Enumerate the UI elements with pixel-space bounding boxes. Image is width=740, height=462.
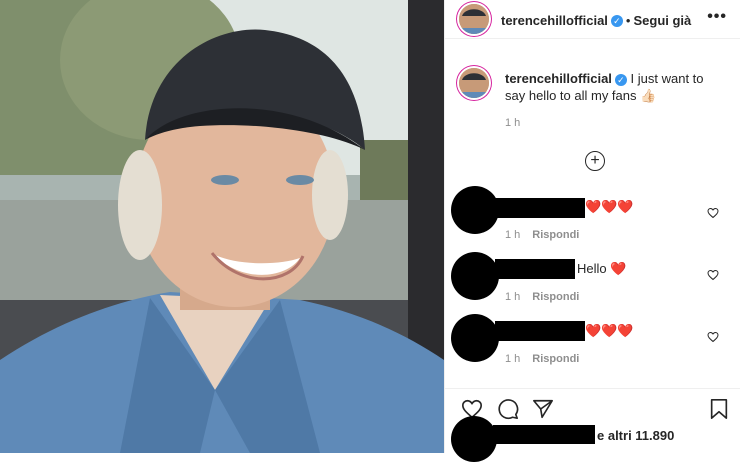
comment-avatar[interactable]	[451, 314, 499, 362]
comment-meta: 1 h Rispondi	[505, 353, 579, 365]
comment-time: 1 h	[505, 353, 521, 365]
comment-meta: 1 h Rispondi	[505, 229, 579, 241]
caption-verified-badge-icon: ✓	[614, 73, 627, 86]
likes-avatar[interactable]	[451, 416, 497, 462]
speech-bubble-icon[interactable]	[497, 398, 519, 420]
post-panel: terencehillofficial ✓ • Segui già ••• teren…	[444, 0, 740, 462]
caption-username[interactable]: terencehillofficial	[505, 71, 612, 86]
comment-meta: 1 h Rispondi	[505, 291, 579, 303]
caption-time: 1 h	[505, 117, 521, 129]
verified-badge-icon: ✓	[610, 14, 623, 27]
comment-time: 1 h	[505, 229, 521, 241]
redacted-username	[493, 425, 595, 444]
more-options-icon[interactable]: •••	[707, 8, 727, 26]
comment-avatar[interactable]	[451, 186, 499, 234]
comment-text: ❤️❤️❤️	[585, 199, 634, 214]
redacted-username	[495, 321, 585, 341]
follow-button[interactable]: Segui già	[633, 13, 691, 28]
bookmark-icon[interactable]	[709, 398, 729, 420]
comment-like-icon[interactable]	[707, 331, 719, 343]
reply-button[interactable]: Rispondi	[532, 229, 579, 241]
post-header: terencehillofficial ✓ • Segui già •••	[445, 0, 740, 39]
paper-plane-icon[interactable]	[532, 398, 554, 420]
comment-avatar[interactable]	[451, 252, 499, 300]
likes-count[interactable]: e altri 11.890	[597, 428, 674, 443]
caption-author-avatar[interactable]	[459, 68, 489, 98]
post-caption: terencehillofficial ✓ I just want to say …	[505, 70, 725, 104]
comment-text: Hello ❤️	[577, 261, 627, 276]
comment-text: ❤️❤️❤️	[585, 323, 634, 338]
redacted-username	[495, 259, 575, 279]
author-username[interactable]: terencehillofficial	[501, 13, 608, 28]
separator-dot: •	[625, 13, 631, 28]
comment-like-icon[interactable]	[707, 269, 719, 281]
redacted-username	[495, 198, 585, 218]
post-photo	[0, 0, 444, 453]
comment-like-icon[interactable]	[707, 207, 719, 219]
comment-time: 1 h	[505, 291, 521, 303]
add-comments-icon[interactable]: +	[585, 151, 605, 171]
reply-button[interactable]: Rispondi	[532, 353, 579, 365]
reply-button[interactable]: Rispondi	[532, 291, 579, 303]
author-avatar[interactable]	[459, 4, 489, 34]
